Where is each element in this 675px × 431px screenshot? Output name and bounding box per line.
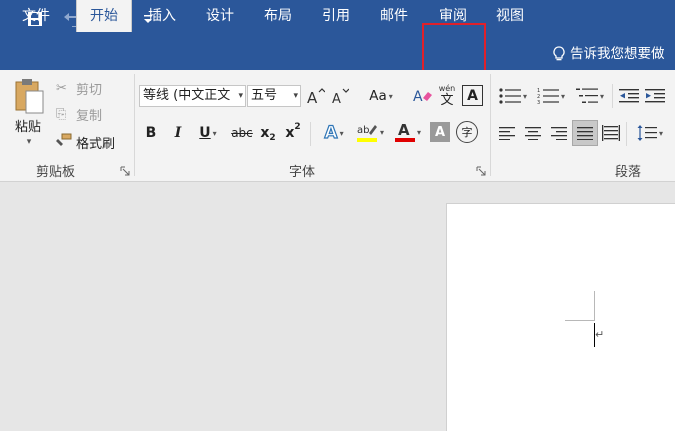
superscript-mark: 2 bbox=[294, 122, 301, 132]
font-row-separator bbox=[310, 122, 311, 146]
tab-home[interactable]: 开始 bbox=[76, 0, 132, 32]
multilevel-list-icon bbox=[575, 88, 598, 103]
grow-font-icon[interactable]: A bbox=[306, 86, 326, 106]
character-border-button[interactable]: A bbox=[462, 85, 483, 106]
clipboard-dialog-launcher-icon[interactable] bbox=[120, 166, 130, 176]
clipboard-group-label: 剪贴板 bbox=[36, 165, 76, 180]
svg-text:A: A bbox=[332, 92, 341, 104]
italic-button[interactable]: I bbox=[168, 122, 188, 144]
align-center-icon[interactable] bbox=[522, 122, 544, 144]
document-page[interactable] bbox=[446, 203, 675, 431]
enclose-characters-button[interactable]: 字 bbox=[456, 121, 478, 143]
align-left-icon[interactable] bbox=[496, 122, 518, 144]
paragraph-mark-icon: ↵ bbox=[595, 328, 605, 341]
change-case-dropdown-arrow[interactable]: ▾ bbox=[389, 92, 393, 101]
phonetic-guide-pinyin: wén bbox=[438, 84, 456, 93]
line-spacing-dropdown-arrow[interactable]: ▾ bbox=[659, 129, 663, 138]
superscript-button[interactable]: x2 bbox=[282, 122, 304, 144]
text-effects-button[interactable]: A ▾ bbox=[316, 122, 352, 144]
line-spacing-icon bbox=[637, 125, 657, 141]
highlighter-icon: ab bbox=[356, 125, 377, 142]
text-effects-dropdown-arrow[interactable]: ▾ bbox=[340, 129, 344, 138]
change-case-label: Aa bbox=[369, 88, 387, 104]
superscript-x: x bbox=[285, 125, 295, 141]
tab-layout[interactable]: 布局 bbox=[253, 0, 303, 32]
tab-mailings[interactable]: 邮件 bbox=[369, 0, 419, 32]
copy-button[interactable]: ⎘ 复制 bbox=[56, 104, 136, 124]
font-size-dropdown-arrow[interactable]: ▾ bbox=[293, 86, 298, 106]
paste-button[interactable]: 粘贴 bbox=[10, 116, 46, 135]
cut-button[interactable]: ✂ 剪切 bbox=[56, 78, 136, 98]
font-name-dropdown-arrow[interactable]: ▾ bbox=[236, 86, 243, 106]
text-effects-label: A bbox=[324, 122, 338, 143]
tell-me-box[interactable]: 告诉我您想要做 bbox=[553, 38, 665, 70]
font-color-button[interactable]: A ▾ bbox=[390, 120, 426, 144]
group-separator bbox=[134, 74, 135, 176]
svg-text:ab: ab bbox=[357, 125, 369, 136]
highlight-dropdown-arrow[interactable]: ▾ bbox=[380, 128, 384, 137]
tab-view[interactable]: 视图 bbox=[487, 0, 533, 32]
svg-text:A: A bbox=[307, 89, 318, 104]
decrease-indent-icon[interactable] bbox=[618, 86, 640, 106]
subscript-button[interactable]: x2 bbox=[257, 122, 279, 144]
paste-dropdown-arrow[interactable]: ▾ bbox=[20, 136, 38, 148]
line-spacing-button[interactable]: ▾ bbox=[632, 122, 668, 144]
svg-text:A: A bbox=[413, 89, 423, 105]
tab-insert[interactable]: 插入 bbox=[137, 0, 187, 32]
phonetic-guide-char: 文 bbox=[440, 93, 454, 108]
subscript-x: x bbox=[260, 125, 270, 141]
phonetic-guide-button[interactable]: wén 文 bbox=[436, 83, 458, 109]
shrink-font-icon[interactable]: A bbox=[330, 86, 350, 106]
multilevel-dropdown-arrow[interactable]: ▾ bbox=[600, 92, 604, 101]
underline-button[interactable]: U ▾ bbox=[193, 122, 223, 144]
format-painter-icon bbox=[56, 133, 76, 151]
numbering-dropdown-arrow[interactable]: ▾ bbox=[561, 92, 565, 101]
justify-icon[interactable] bbox=[572, 120, 598, 146]
bullets-icon bbox=[499, 88, 521, 104]
subscript-mark: 2 bbox=[269, 133, 276, 143]
paragraph-row2-separator bbox=[626, 122, 627, 146]
multilevel-list-button[interactable]: ▾ bbox=[572, 86, 608, 106]
tab-file[interactable]: 文件 bbox=[10, 0, 62, 32]
font-dialog-launcher-icon[interactable] bbox=[476, 166, 486, 176]
underline-dropdown-arrow[interactable]: ▾ bbox=[213, 129, 217, 138]
paragraph-group-label: 段落 bbox=[615, 165, 642, 180]
bold-button[interactable]: B bbox=[141, 122, 161, 144]
increase-indent-icon[interactable] bbox=[644, 86, 666, 106]
change-case-button[interactable]: Aa ▾ bbox=[364, 86, 398, 106]
font-color-icon: A bbox=[394, 121, 415, 143]
clear-formatting-icon[interactable]: A bbox=[412, 86, 434, 106]
font-size-combo[interactable]: 五号 ▾ bbox=[247, 85, 301, 107]
tab-references[interactable]: 引用 bbox=[311, 0, 361, 32]
tell-me-text: 告诉我您想要做 bbox=[570, 46, 665, 62]
lightbulb-icon bbox=[553, 46, 565, 61]
cut-icon: ✂ bbox=[56, 80, 67, 96]
font-color-dropdown-arrow[interactable]: ▾ bbox=[417, 128, 421, 137]
ribbon-home: 粘贴 ▾ ✂ 剪切 ⎘ 复制 格式刷 剪贴板 等线 (中文正文 ▾ 五号 ▾ A A… bbox=[0, 70, 675, 182]
format-painter-button[interactable]: 格式刷 bbox=[56, 132, 136, 152]
copy-icon: ⎘ bbox=[56, 106, 67, 122]
font-name-combo[interactable]: 等线 (中文正文 ▾ bbox=[139, 85, 246, 107]
distributed-align-icon[interactable] bbox=[600, 122, 622, 144]
paste-icon[interactable] bbox=[10, 76, 48, 116]
margin-corner-mark bbox=[565, 320, 594, 321]
align-right-icon[interactable] bbox=[548, 122, 570, 144]
margin-corner-mark-vertical bbox=[594, 291, 595, 321]
bullets-dropdown-arrow[interactable]: ▾ bbox=[523, 92, 527, 101]
group-separator bbox=[490, 74, 491, 176]
bullets-button[interactable]: ▾ bbox=[496, 86, 530, 106]
tab-review[interactable]: 审阅 bbox=[427, 0, 479, 32]
highlight-color-button[interactable]: ab ▾ bbox=[352, 120, 388, 144]
numbering-button[interactable]: 1 2 3 ▾ bbox=[534, 86, 568, 106]
svg-text:3: 3 bbox=[537, 100, 540, 105]
character-shading-button[interactable]: A bbox=[430, 122, 450, 142]
tab-design[interactable]: 设计 bbox=[195, 0, 245, 32]
font-group-label: 字体 bbox=[289, 165, 316, 180]
numbering-icon: 123 bbox=[537, 88, 559, 105]
underline-label: U bbox=[199, 125, 211, 141]
paragraph-row-separator bbox=[612, 84, 613, 108]
strikethrough-button[interactable]: abc bbox=[229, 122, 255, 144]
